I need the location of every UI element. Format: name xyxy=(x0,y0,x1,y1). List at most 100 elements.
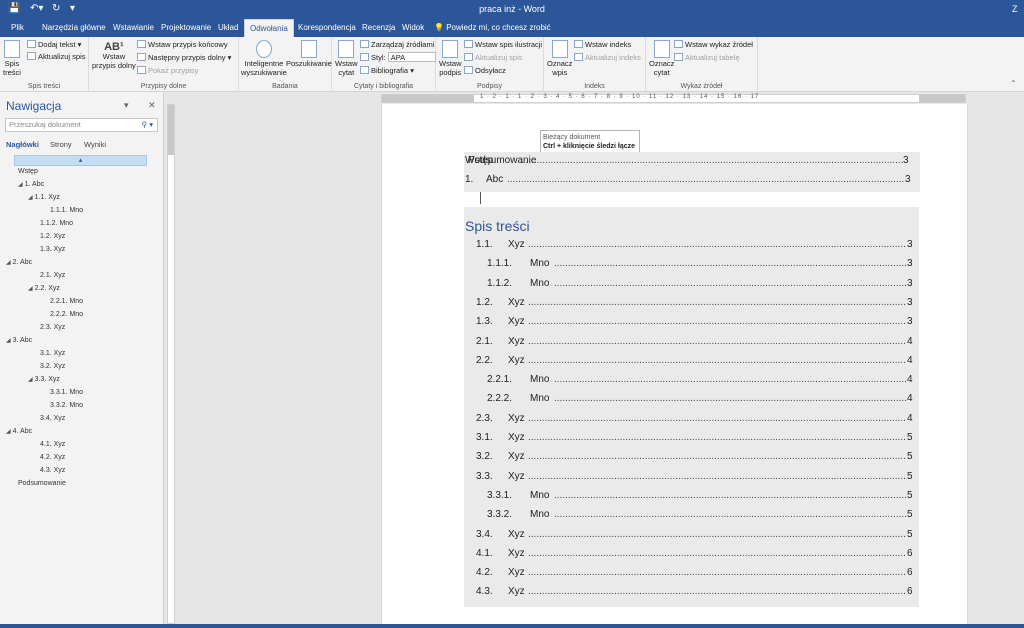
document-page[interactable]: Bieżący dokument Ctrl + kliknięcie śledzi… xyxy=(381,104,968,628)
nav-heading-item[interactable]: ◢ 1.1. Xyz xyxy=(28,192,60,204)
toc-line-chapter1[interactable]: 1. Abc .................................… xyxy=(465,173,912,187)
tab-results[interactable]: Wyniki xyxy=(84,140,106,149)
vertical-ruler[interactable] xyxy=(164,92,178,628)
update-table-of-figures-button[interactable]: Aktualizuj spis xyxy=(464,52,523,64)
search-input[interactable]: Przeszukaj dokument ⚲ ▾ xyxy=(5,118,158,132)
toc-button[interactable]: Spis treści xyxy=(3,40,21,77)
toc-entry[interactable]: 2.1. Xyz.................................… xyxy=(476,334,914,350)
nav-heading-item[interactable]: 3.4. Xyz xyxy=(40,413,65,425)
tell-me-box[interactable]: 💡 Powiedz mi, co chcesz zrobić xyxy=(434,19,551,37)
tab-file[interactable]: Plik xyxy=(6,19,29,37)
toc-entry[interactable]: 1.1. Xyz.................................… xyxy=(476,237,914,253)
toc-entry[interactable]: 1.1.1. Mno...............................… xyxy=(487,256,914,272)
toc-entry[interactable]: 3.4. Xyz.................................… xyxy=(476,527,914,543)
toc-entry[interactable]: 1.1.2. Mno...............................… xyxy=(487,276,914,292)
insert-citation-button[interactable]: Wstaw cytat xyxy=(335,40,358,77)
update-toc-button[interactable]: Aktualizuj spis xyxy=(27,51,86,63)
toc-entry[interactable]: 2.2. Xyz.................................… xyxy=(476,353,914,369)
user-initial[interactable]: Z xyxy=(1012,2,1018,16)
style-value[interactable]: APA xyxy=(387,52,436,62)
close-icon[interactable]: ✕ xyxy=(148,100,156,111)
insert-footnote-button[interactable]: AB¹ Wstaw przypis dolny xyxy=(92,42,136,71)
expand-triangle-icon[interactable]: ◢ xyxy=(6,429,11,435)
nav-heading-item[interactable]: 4.1. Xyz xyxy=(40,439,65,451)
nav-heading-item[interactable]: 3.2. Xyz xyxy=(40,361,65,373)
toc-entry[interactable]: 1.3. Xyz.................................… xyxy=(476,314,914,330)
researcher-button[interactable]: Poszukiwanie xyxy=(286,40,332,68)
tab-design[interactable]: Projektowanie xyxy=(156,19,216,37)
style-select[interactable]: Styl: APA xyxy=(360,52,436,64)
toc-entry[interactable]: 2.3. Xyz.................................… xyxy=(476,411,914,427)
nav-heading-item[interactable]: 1.3. Xyz xyxy=(40,244,65,256)
manage-sources-button[interactable]: Zarządzaj źródłami xyxy=(360,39,434,51)
toc-entry[interactable]: 4.2. Xyz.................................… xyxy=(476,565,914,581)
toc-entry[interactable]: 2.2.2. Mno...............................… xyxy=(487,391,914,407)
tab-references[interactable]: Odwołania xyxy=(244,19,294,37)
tab-insert[interactable]: Wstawianie xyxy=(108,19,159,37)
expand-triangle-icon[interactable]: ◢ xyxy=(28,195,33,201)
tab-mailings[interactable]: Korespondencja xyxy=(293,19,361,37)
tab-pages[interactable]: Strony xyxy=(50,140,72,149)
nav-heading-item[interactable]: ◢ 1. Abc xyxy=(18,179,44,191)
horizontal-ruler[interactable]: 1 · 2 · 1 · 1 · 2 · 3 · 4 · 5 · 6 · 7 · … xyxy=(178,92,1024,104)
toc-entry[interactable]: 3.2. Xyz.................................… xyxy=(476,449,914,465)
tab-review[interactable]: Recenzja xyxy=(357,19,400,37)
insert-table-of-figures-button[interactable]: Wstaw spis ilustracji xyxy=(464,39,542,51)
expand-triangle-icon[interactable]: ◢ xyxy=(6,338,11,344)
nav-selected-heading[interactable]: ▴ xyxy=(14,155,147,166)
nav-options-icon[interactable]: ▾ xyxy=(124,100,129,111)
toc-entry[interactable]: 2.2.1. Mno...............................… xyxy=(487,372,914,388)
collapse-ribbon-icon[interactable]: ⌃ xyxy=(1010,79,1017,88)
nav-heading-item[interactable]: 3.1. Xyz xyxy=(40,348,65,360)
insert-toa-button[interactable]: Wstaw wykaz źródeł xyxy=(674,39,753,51)
toc-entry[interactable]: 4.3. Xyz.................................… xyxy=(476,584,914,600)
nav-heading-item[interactable]: 3.3.2. Mno xyxy=(50,400,83,412)
nav-heading-item[interactable]: 4.3. Xyz xyxy=(40,465,65,477)
nav-heading-item[interactable]: ◢ 2.2. Xyz xyxy=(28,283,60,295)
nav-heading-item[interactable]: 2.3. Xyz xyxy=(40,322,65,334)
nav-heading-item[interactable]: ◢ 3. Abc xyxy=(6,335,32,347)
nav-heading-item[interactable]: 1.2. Xyz xyxy=(40,231,65,243)
tab-layout[interactable]: Układ xyxy=(213,19,243,37)
nav-heading-item[interactable]: ◢ 4. Abc xyxy=(6,426,32,438)
nav-heading-item[interactable]: 1.1.1. Mno xyxy=(50,205,83,217)
search-icon[interactable]: ⚲ ▾ xyxy=(142,119,153,131)
tab-home[interactable]: Narzędzia główne xyxy=(37,19,111,37)
expand-triangle-icon[interactable]: ◢ xyxy=(18,182,23,188)
mark-entry-button[interactable]: Oznacz wpis xyxy=(547,40,572,77)
toc-entry[interactable]: 3.1. Xyz.................................… xyxy=(476,430,914,446)
next-footnote-button[interactable]: Następny przypis dolny ▾ xyxy=(137,52,231,64)
nav-heading-item[interactable]: Wstęp xyxy=(18,166,38,178)
show-notes-button[interactable]: Pokaż przypisy xyxy=(137,65,198,77)
expand-triangle-icon[interactable]: ◢ xyxy=(6,260,11,266)
expand-triangle-icon[interactable]: ◢ xyxy=(28,286,33,292)
toc-entry[interactable]: 3.3.2. Mno...............................… xyxy=(487,507,914,523)
insert-caption-button[interactable]: Wstaw podpis xyxy=(439,40,462,77)
nav-heading-item[interactable]: ◢ 3.3. Xyz xyxy=(28,374,60,386)
mark-citation-button[interactable]: Oznacz cytat xyxy=(649,40,674,77)
toc-entry[interactable]: 4.1. Xyz.................................… xyxy=(476,546,914,562)
toc-line-overlap[interactable]: Wstęp Podsumowanie .....................… xyxy=(465,154,912,168)
nav-heading-item[interactable]: Podsumowanie xyxy=(18,478,66,490)
update-toa-button[interactable]: Aktualizuj tabelę xyxy=(674,52,740,64)
nav-heading-item[interactable]: 4.2. Xyz xyxy=(40,452,65,464)
tab-view[interactable]: Widok xyxy=(397,19,429,37)
insert-index-button[interactable]: Wstaw indeks xyxy=(574,39,631,51)
nav-heading-item[interactable]: 2.1. Xyz xyxy=(40,270,65,282)
bibliography-button[interactable]: Bibliografia ▾ xyxy=(360,65,414,77)
toc-entry[interactable]: 3.3. Xyz.................................… xyxy=(476,469,914,485)
cross-reference-button[interactable]: Odsyłacz xyxy=(464,65,506,77)
update-index-button[interactable]: Aktualizuj indeks xyxy=(574,52,641,64)
tab-headings[interactable]: Nagłówki xyxy=(6,140,39,149)
nav-heading-item[interactable]: 3.3.1. Mno xyxy=(50,387,83,399)
nav-heading-item[interactable]: ◢ 2. Abc xyxy=(6,257,32,269)
insert-endnote-button[interactable]: Wstaw przypis końcowy xyxy=(137,39,228,51)
toc-entry[interactable]: 3.3.1. Mno...............................… xyxy=(487,488,914,504)
smart-lookup-button[interactable]: Inteligentne wyszukiwanie xyxy=(241,40,287,77)
nav-heading-item[interactable]: 2.2.2. Mno xyxy=(50,309,83,321)
nav-heading-item[interactable]: 2.2.1. Mno xyxy=(50,296,83,308)
add-text-button[interactable]: Dodaj tekst ▾ xyxy=(27,39,81,51)
expand-triangle-icon[interactable]: ◢ xyxy=(28,377,33,383)
toc-entry[interactable]: 1.2. Xyz.................................… xyxy=(476,295,914,311)
nav-heading-item[interactable]: 1.1.2. Mno xyxy=(40,218,73,230)
